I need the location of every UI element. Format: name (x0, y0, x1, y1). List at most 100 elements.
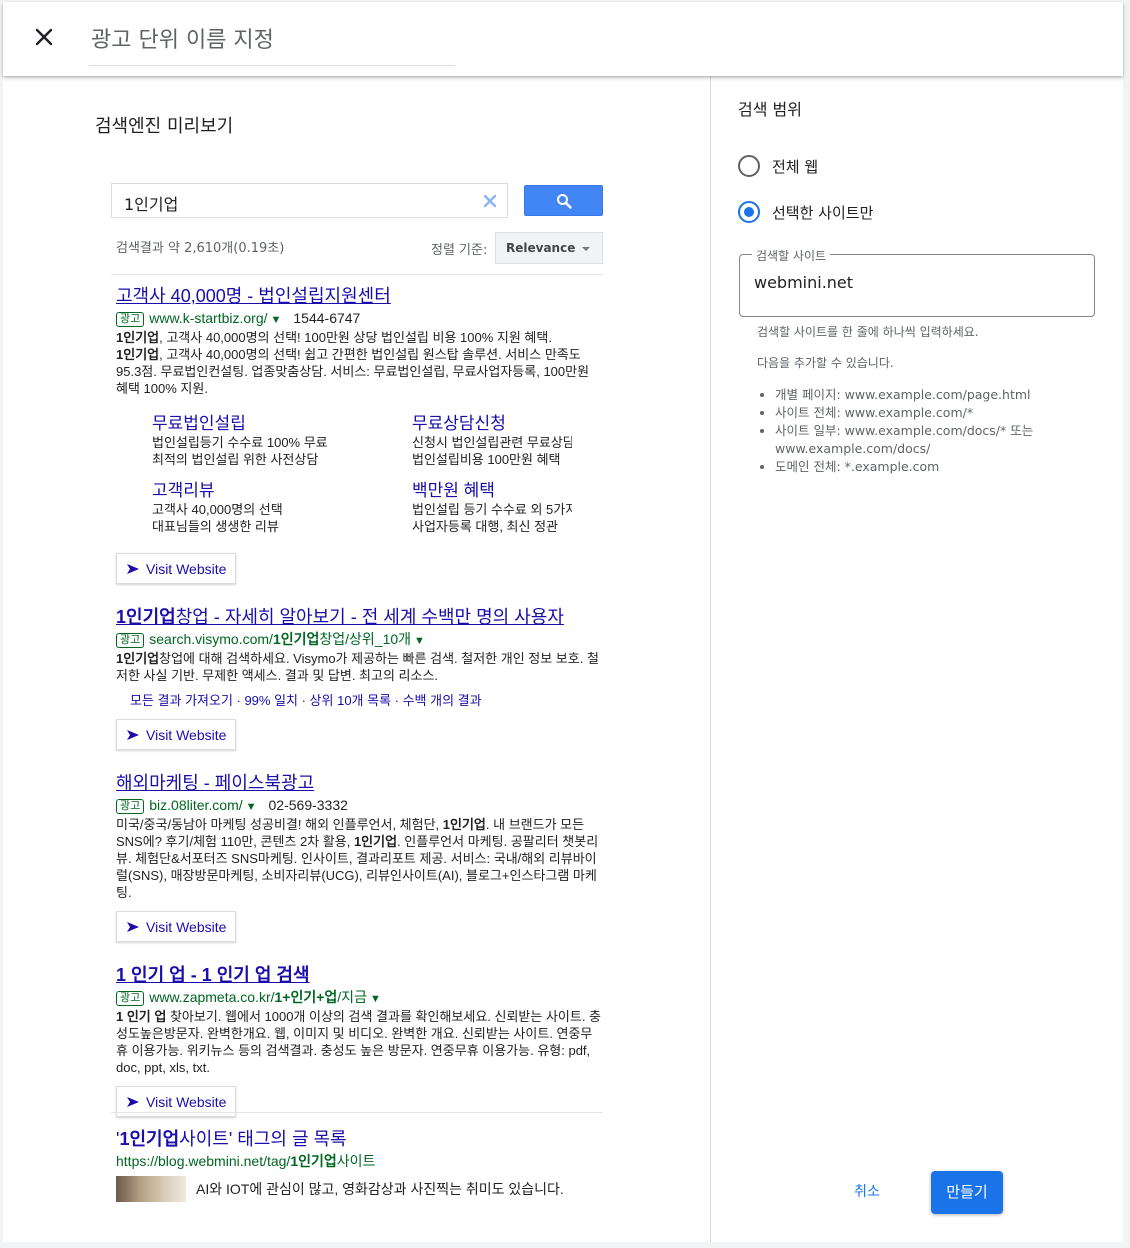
search-button[interactable] (524, 185, 603, 216)
desc-text: 창업에 대해 검색하세요. Visymo가 제공하는 빠른 검색. 철저한 개인… (116, 651, 599, 683)
sites-hint: 다음을 추가할 수 있습니다. (757, 356, 894, 370)
sitelink-line: 최적의 법인설립 위한 사전상담 (152, 452, 319, 467)
cancel-button[interactable]: 취소 (841, 1172, 893, 1212)
organic-divider (111, 1112, 603, 1113)
radio-selected-sites[interactable]: 선택한 사이트만 (738, 201, 873, 223)
sites-field-label: 검색할 사이트 (752, 247, 831, 264)
result-description: 1인기업 , 고객사 40,000명의 선택! 100만원 상당 법인설립 비용 … (116, 329, 603, 397)
ad-badge: 광고 (116, 633, 145, 648)
result-url: 광고 biz.08liter.com/▼ 02-569-3332 (116, 796, 603, 816)
sort-value: Relevance (506, 241, 576, 255)
sitelink-line: 법인설립비용 100만원 혜택 (412, 452, 561, 467)
create-button[interactable]: 만들기 (931, 1171, 1003, 1214)
organic-url: https://blog.webmini.net/tag/1인기업사이트 (116, 1152, 603, 1170)
search-query-text: 1인기업 (124, 195, 179, 214)
dropdown-arrow-icon[interactable]: ▼ (414, 635, 425, 647)
results-list: 고객사 40,000명 - 법인설립지원센터 광고 www.k-startbiz.… (116, 285, 603, 1139)
thumbnail-image (116, 1176, 186, 1202)
result-description: 1인기업창업에 대해 검색하세요. Visymo가 제공하는 빠른 검색. 철저… (116, 650, 603, 684)
ad-result: 고객사 40,000명 - 법인설립지원센터 광고 www.k-startbiz.… (116, 285, 603, 584)
radio-label: 전체 웹 (772, 157, 819, 176)
display-url: www.zapmeta.co.kr/ (149, 989, 275, 1005)
clear-icon[interactable] (481, 192, 499, 210)
list-item: 사이트 일부: www.example.com/docs/* 또는 www.ex… (775, 422, 1077, 458)
display-url: 창업 (319, 631, 346, 647)
visit-website-label: Visit Website (146, 560, 227, 577)
radio-unchecked-icon (738, 155, 760, 177)
visit-website-button[interactable]: Visit Website (116, 553, 237, 584)
visit-website-button[interactable]: Visit Website (116, 719, 237, 750)
sites-hint: 검색할 사이트를 한 줄에 하나씩 입력하세요. (757, 325, 979, 339)
result-url: 광고 www.k-startbiz.org/▼ 1544-6747 (116, 309, 603, 329)
ad-badge: 광고 (116, 799, 145, 814)
scope-heading: 검색 범위 (738, 100, 802, 119)
arrow-right-icon (127, 729, 139, 740)
ad-unit-name-input[interactable] (89, 16, 455, 66)
ad-result: 1 인기 업 - 1 인기 업 검색 광고 www.zapmeta.co.kr/1… (116, 964, 603, 1117)
dropdown-arrow-icon[interactable]: ▼ (271, 314, 282, 326)
title-text: 창업 - 자세히 알아보기 - 전 세계 수백만 명의 사용자 (175, 607, 564, 627)
preview-heading: 검색엔진 미리보기 (95, 116, 234, 137)
result-title-link[interactable]: 해외마케팅 - 페이스북광고 (116, 772, 314, 794)
ad-badge: 광고 (116, 991, 145, 1006)
bold-keyword: 1인기업 (272, 631, 320, 647)
sitelinks: 무료법인설립 법인설립등기 수수료 100% 무료 최적의 법인설립 위한 사전… (152, 413, 603, 535)
dropdown-arrow-icon[interactable]: ▼ (370, 993, 381, 1005)
display-url: biz.08liter.com/ (149, 797, 243, 813)
sitelink-line: 법인설립등기 수수료 100% 무료 (152, 435, 328, 450)
sitelink-line: 신청시 법인설립관련 무료상담 (412, 435, 572, 450)
result-description: 미국/중국/동남아 마케팅 성공비결! 해외 인플루언서, 체험단, 1인기업.… (116, 816, 603, 901)
result-title-link[interactable]: 1 인기 업 - 1 인기 업 검색 (116, 964, 310, 986)
result-count: 검색결과 약 2,610개(0.19초) (116, 241, 285, 256)
radio-label: 선택한 사이트만 (772, 203, 874, 222)
bold-keyword: 1인기업 (116, 347, 160, 362)
arrow-right-icon (127, 921, 139, 932)
sitelink-line: 대표님들의 생생한 리뷰 (152, 519, 279, 534)
panel-divider (710, 76, 711, 1242)
sites-field: 검색할 사이트 webmini.net (739, 247, 1095, 317)
sitelink: 무료상담신청 신청시 법인설립관련 무료상담 법인설립비용 100만원 혜택 (412, 413, 572, 468)
display-url: search.visymo.com/ (149, 631, 273, 647)
close-icon (35, 28, 53, 46)
visit-website-label: Visit Website (146, 1093, 227, 1110)
organic-title-link[interactable]: '1인기업사이트' 태그의 글 목록 (116, 1128, 347, 1150)
display-url: /상위_10개 (345, 631, 412, 647)
display-url: 사이트 (336, 1153, 376, 1169)
sitelink: 백만원 혜택 법인설립 등기 수수료 외 5가지 사업자등록 대행, 최신 정관 (412, 480, 572, 535)
sort-select[interactable]: Relevance (495, 232, 603, 264)
sitelink-line: 법인설립 등기 수수료 외 5가지 (412, 502, 572, 517)
result-description: 1 인기 업 찾아보기. 웹에서 1000개 이상의 검색 결과를 확인해보세요… (116, 1008, 603, 1076)
results-divider (111, 274, 603, 275)
dropdown-arrow-icon[interactable]: ▼ (246, 801, 257, 813)
sites-input[interactable]: webmini.net (754, 273, 1074, 301)
result-url: 광고 search.visymo.com/1인기업창업/상위_10개 ▼ (116, 630, 603, 650)
desc-text: , 고객사 40,000명의 선택! 100만원 상당 법인설립 비용 100%… (159, 330, 552, 345)
radio-all-web[interactable]: 전체 웹 (738, 155, 818, 177)
sitelink-title[interactable]: 백만원 혜택 (412, 480, 572, 501)
bold-keyword: 1인기업 (119, 1129, 180, 1149)
close-button[interactable] (29, 22, 59, 52)
bold-keyword: 1인기업 (116, 607, 176, 627)
visit-website-label: Visit Website (146, 726, 227, 743)
search-icon (557, 194, 572, 209)
result-title-link[interactable]: 1인기업창업 - 자세히 알아보기 - 전 세계 수백만 명의 사용자 (116, 606, 564, 628)
search-input[interactable]: 1인기업 (111, 183, 508, 218)
list-item: 도메인 전체: *.example.com (775, 458, 1077, 476)
sitelink-title[interactable]: 고객리뷰 (152, 480, 412, 501)
sitelink-title[interactable]: 무료상담신청 (412, 413, 572, 434)
list-item: 개별 페이지: www.example.com/page.html (775, 386, 1077, 404)
sitelink: 무료법인설립 법인설립등기 수수료 100% 무료 최적의 법인설립 위한 사전… (152, 413, 412, 468)
arrow-right-icon (127, 1096, 139, 1107)
radio-checked-icon (738, 201, 760, 223)
callout-links[interactable]: 모든 결과 가져오기 · 99% 일치 · 상위 10개 목록 · 수백 개의 … (130, 692, 603, 709)
desc-text: , 고객사 40,000명의 선택! 쉽고 간편한 법인설립 원스탑 솔루션. … (116, 347, 590, 396)
sitelink-line: 사업자등록 대행, 최신 정관 (412, 519, 559, 534)
ad-result: 1인기업창업 - 자세히 알아보기 - 전 세계 수백만 명의 사용자 광고 se… (116, 606, 603, 750)
result-title-link[interactable]: 고객사 40,000명 - 법인설립지원센터 (116, 285, 391, 307)
sitelink-title[interactable]: 무료법인설립 (152, 413, 412, 434)
list-item: 사이트 전체: www.example.com/* (775, 404, 1077, 422)
desc-text: 미국/중국/동남아 마케팅 성공비결! 해외 인플루언서, 체험단, (116, 817, 443, 832)
desc-text: 찾아보기. 웹에서 1000개 이상의 검색 결과를 확인해보세요. 신뢰받는 … (116, 1009, 602, 1075)
examples-list: 개별 페이지: www.example.com/page.html 사이트 전체… (757, 386, 1077, 476)
visit-website-button[interactable]: Visit Website (116, 911, 237, 942)
